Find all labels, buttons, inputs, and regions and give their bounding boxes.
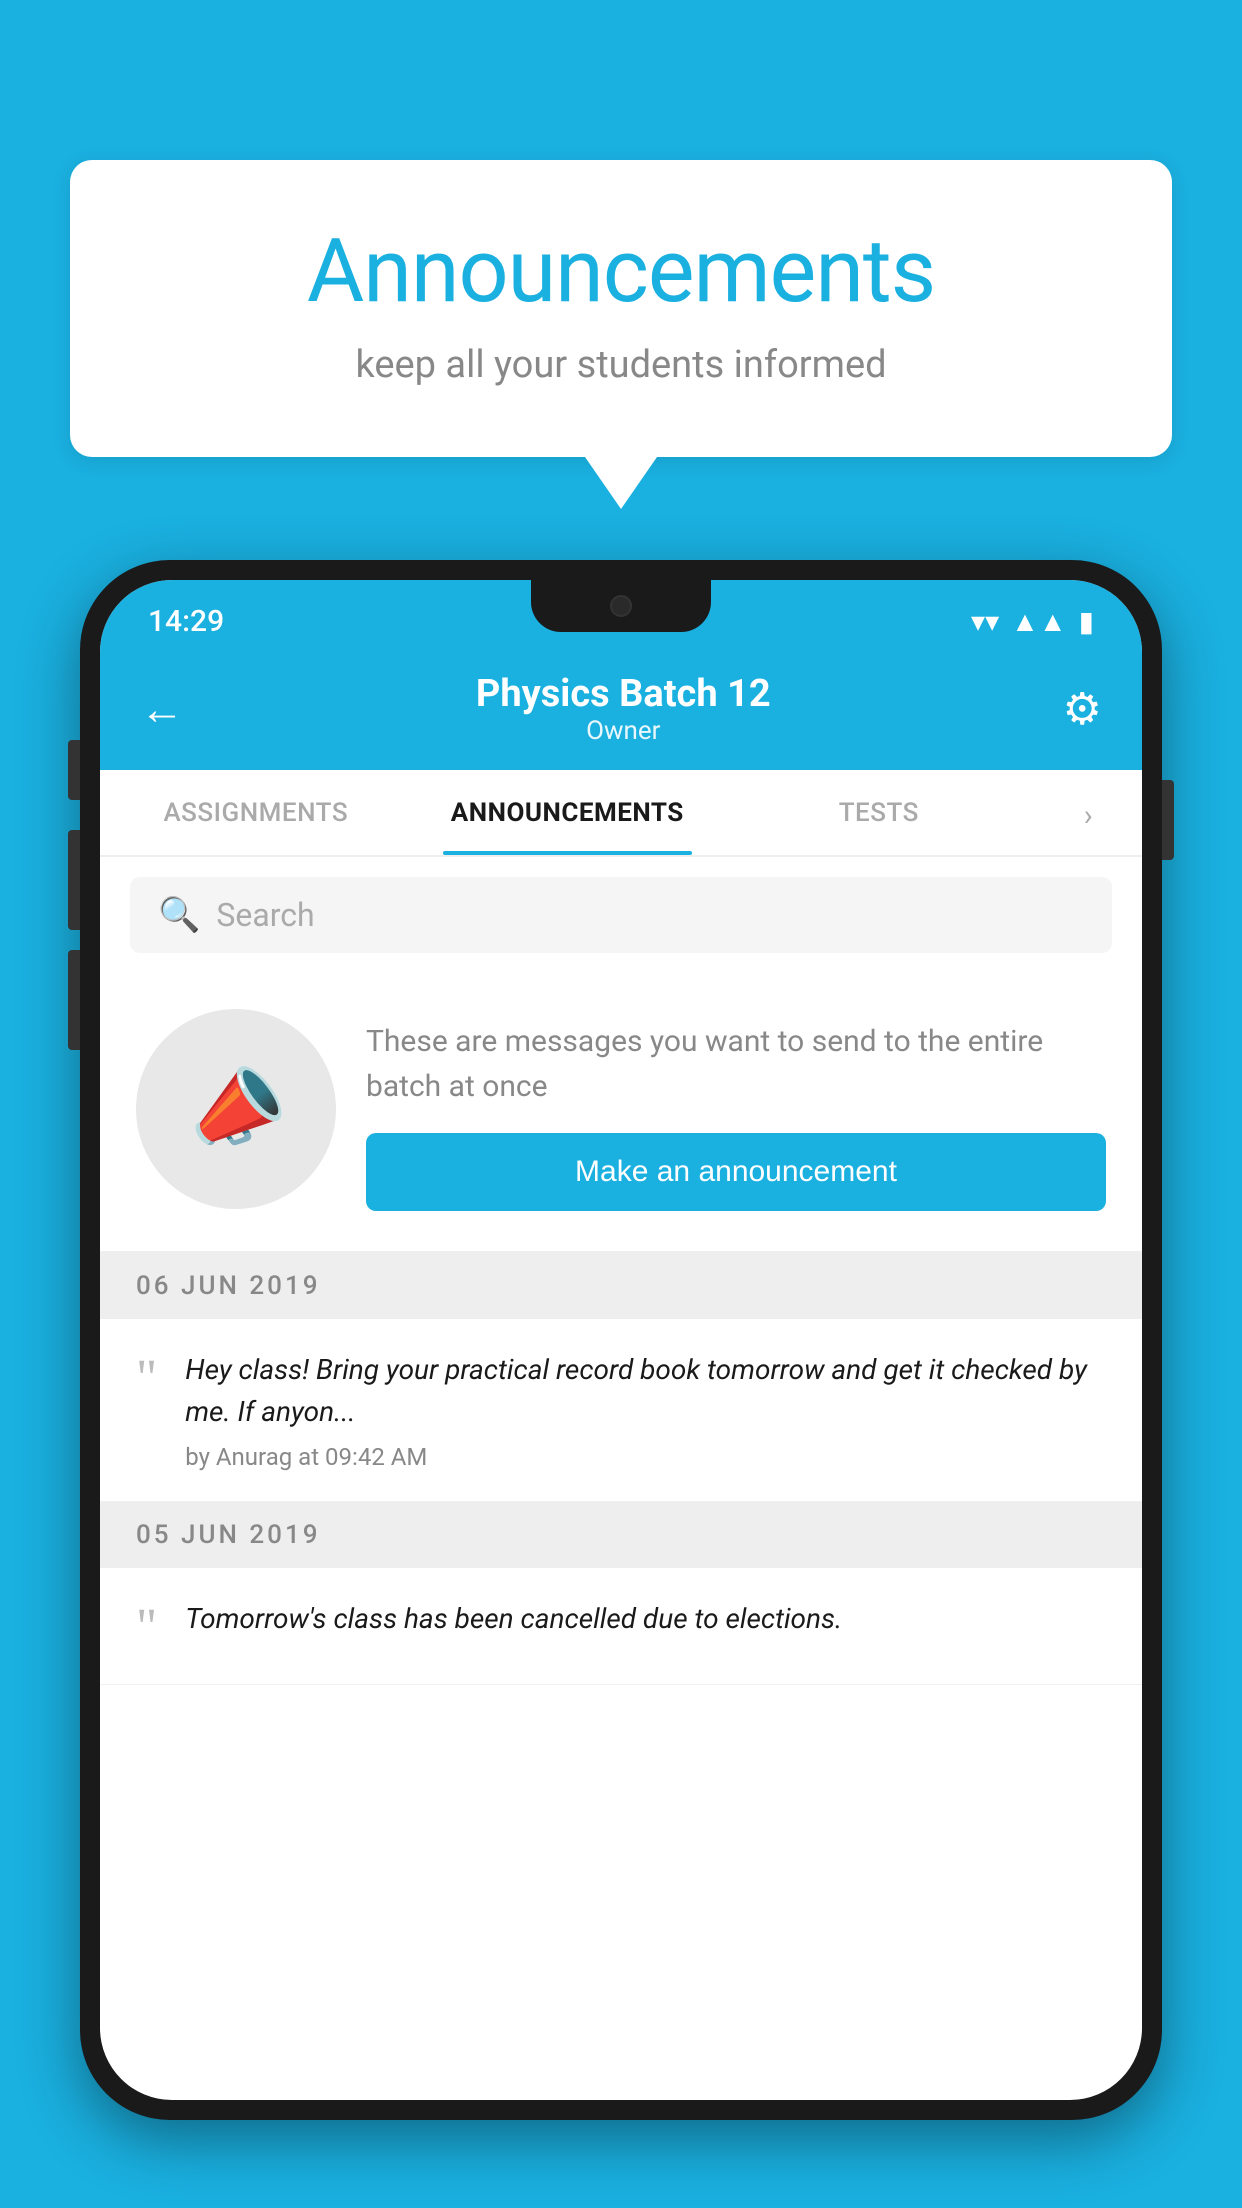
app-header: ← Physics Batch 12 Owner ⚙	[100, 652, 1142, 770]
camera-dot	[610, 595, 632, 617]
make-announcement-button[interactable]: Make an announcement	[366, 1133, 1106, 1211]
wifi-icon: ▾▾	[971, 605, 999, 638]
signal-icon: ▲▲	[1011, 605, 1066, 638]
back-button[interactable]: ←	[140, 687, 184, 731]
header-title-block: Physics Batch 12 Owner	[476, 672, 771, 746]
header-batch-title: Physics Batch 12	[476, 672, 771, 716]
tab-announcements[interactable]: ANNOUNCEMENTS	[412, 770, 724, 855]
power-button	[1162, 780, 1174, 860]
phone-screen: 14:29 ▾▾ ▲▲ ▮ ← Physics Batch 12 Owner ⚙…	[100, 580, 1142, 2100]
tab-bar: ASSIGNMENTS ANNOUNCEMENTS TESTS ›	[100, 770, 1142, 857]
status-time: 14:29	[148, 604, 224, 639]
promo-description: These are messages you want to send to t…	[366, 1019, 1106, 1109]
volume-down-button	[68, 950, 80, 1050]
settings-icon[interactable]: ⚙	[1063, 683, 1102, 735]
promo-content: These are messages you want to send to t…	[366, 1009, 1106, 1211]
announcement-content-1: Hey class! Bring your practical record b…	[185, 1349, 1106, 1471]
quote-icon-1: "	[136, 1353, 157, 1405]
speech-bubble-card: Announcements keep all your students inf…	[70, 160, 1172, 457]
search-input[interactable]: Search	[216, 896, 314, 934]
megaphone-icon: 📣	[176, 1051, 297, 1168]
phone-notch	[531, 580, 711, 632]
phone-wrapper: 14:29 ▾▾ ▲▲ ▮ ← Physics Batch 12 Owner ⚙…	[80, 560, 1162, 2208]
date-header-2: 05 JUN 2019	[100, 1502, 1142, 1568]
announcements-title: Announcements	[150, 220, 1092, 323]
status-icons: ▾▾ ▲▲ ▮	[971, 605, 1094, 638]
announcement-content-2: Tomorrow's class has been cancelled due …	[185, 1598, 1106, 1650]
search-icon: 🔍	[158, 895, 200, 935]
announcement-item-1: " Hey class! Bring your practical record…	[100, 1319, 1142, 1502]
announcement-text-1: Hey class! Bring your practical record b…	[185, 1349, 1106, 1433]
volume-up-button	[68, 830, 80, 930]
announcements-subtitle: keep all your students informed	[150, 343, 1092, 387]
announcement-item-2: " Tomorrow's class has been cancelled du…	[100, 1568, 1142, 1685]
promo-icon-circle: 📣	[136, 1009, 336, 1209]
announcement-text-2: Tomorrow's class has been cancelled due …	[185, 1598, 1106, 1640]
speech-bubble-wrapper: Announcements keep all your students inf…	[70, 160, 1172, 509]
announcement-meta-1: by Anurag at 09:42 AM	[185, 1443, 1106, 1471]
header-batch-subtitle: Owner	[476, 716, 771, 746]
tab-tests[interactable]: TESTS	[723, 770, 1035, 855]
tab-more[interactable]: ›	[1035, 770, 1142, 855]
date-header-1: 06 JUN 2019	[100, 1253, 1142, 1319]
battery-icon: ▮	[1079, 605, 1094, 638]
promo-section: 📣 These are messages you want to send to…	[100, 973, 1142, 1253]
phone-outer: 14:29 ▾▾ ▲▲ ▮ ← Physics Batch 12 Owner ⚙…	[80, 560, 1162, 2120]
bubble-tail	[585, 457, 657, 509]
search-container: 🔍 Search	[100, 857, 1142, 973]
search-bar[interactable]: 🔍 Search	[130, 877, 1112, 953]
mute-button	[68, 740, 80, 800]
quote-icon-2: "	[136, 1602, 157, 1654]
tab-assignments[interactable]: ASSIGNMENTS	[100, 770, 412, 855]
